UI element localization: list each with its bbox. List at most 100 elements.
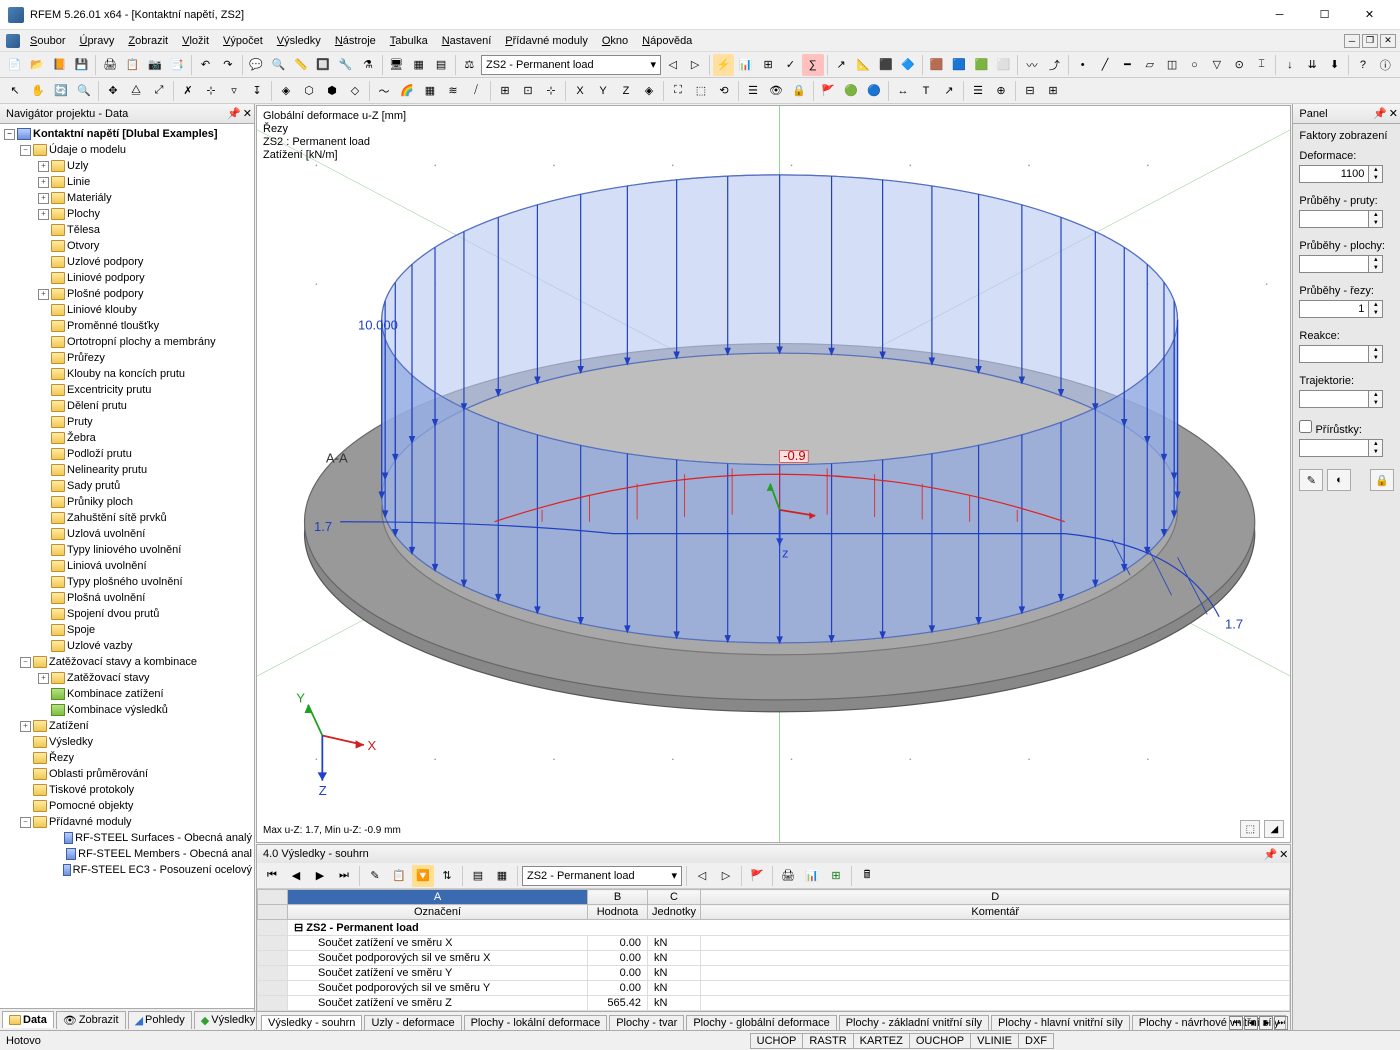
tree-item[interactable]: Typy liniového uvolnění: [2, 542, 252, 558]
steel-icon[interactable]: 🟫: [926, 54, 947, 76]
tool-icon[interactable]: 🔧: [335, 54, 356, 76]
filter-icon[interactable]: ⚗: [357, 54, 378, 76]
module2-icon[interactable]: 📐: [853, 54, 874, 76]
panel-input[interactable]: [1299, 300, 1369, 318]
panel-close-icon[interactable]: ✕: [1389, 107, 1398, 120]
help-icon[interactable]: ?: [1352, 54, 1373, 76]
menu-okno[interactable]: Okno: [596, 33, 634, 49]
show-cs-icon[interactable]: ⊹: [200, 80, 222, 102]
flag-green-icon[interactable]: 🟢: [840, 80, 862, 102]
tree-item[interactable]: Výsledky: [2, 734, 252, 750]
zoom-window-icon[interactable]: ⬚: [690, 80, 712, 102]
tree-item[interactable]: Sady prutů: [2, 478, 252, 494]
menu-úpravy[interactable]: Úpravy: [73, 33, 120, 49]
tree-item[interactable]: Dělení prutu: [2, 398, 252, 414]
section-icon[interactable]: ⌶: [1251, 54, 1272, 76]
show-numbers-icon[interactable]: ✗: [177, 80, 199, 102]
transparent-icon[interactable]: ◇: [344, 80, 366, 102]
status-toggle[interactable]: VLINIE: [970, 1033, 1019, 1049]
redo-icon[interactable]: ↷: [217, 54, 238, 76]
show-support-icon[interactable]: ▿: [223, 80, 245, 102]
tab-first-icon[interactable]: ⏮: [1229, 1016, 1243, 1030]
tree-item[interactable]: Zahuštění sítě prvků: [2, 510, 252, 526]
view-iso-icon[interactable]: ◈: [638, 80, 660, 102]
panel-input[interactable]: [1299, 439, 1369, 457]
open-block-icon[interactable]: 📙: [49, 54, 70, 76]
copy-icon[interactable]: 📑: [166, 54, 187, 76]
rt-sort-icon[interactable]: ⇅: [436, 865, 458, 887]
tab-next-icon[interactable]: ▶: [1259, 1016, 1273, 1030]
rt-view1-icon[interactable]: ▤: [467, 865, 489, 887]
nav-tab-display[interactable]: 👁Zobrazit: [56, 1011, 126, 1029]
mesh-icon[interactable]: ⊞: [757, 54, 778, 76]
opening-icon[interactable]: ○: [1184, 54, 1205, 76]
view-y-icon[interactable]: Y: [592, 80, 614, 102]
panel-input[interactable]: [1299, 345, 1369, 363]
minimize-button[interactable]: ─: [1257, 1, 1302, 29]
table-row[interactable]: Součet podporových sil ve směru X0.00kN: [258, 951, 1290, 966]
flag-blue-icon[interactable]: 🔵: [863, 80, 885, 102]
panel-pin-icon[interactable]: 📌: [1373, 107, 1387, 120]
tree-item[interactable]: Oblasti průměrování: [2, 766, 252, 782]
panel-input[interactable]: [1299, 165, 1369, 183]
zoom-prev-icon[interactable]: ⟲: [713, 80, 735, 102]
surface-icon[interactable]: ▱: [1139, 54, 1160, 76]
rt-calc-icon[interactable]: 🖩: [856, 865, 878, 887]
zoom-all-icon[interactable]: ⛶: [667, 80, 689, 102]
isometric-icon[interactable]: ◈: [275, 80, 297, 102]
pan-icon[interactable]: ✋: [27, 80, 49, 102]
report-icon[interactable]: 📋: [122, 54, 143, 76]
menu-zobrazit[interactable]: Zobrazit: [122, 33, 174, 49]
tree-item[interactable]: +Uzly: [2, 158, 252, 174]
panel-input[interactable]: [1299, 255, 1369, 273]
spinner[interactable]: ▲▼: [1369, 439, 1383, 457]
tab-prev-icon[interactable]: ◀: [1244, 1016, 1258, 1030]
tree-item[interactable]: Kombinace výsledků: [2, 702, 252, 718]
nav-tab-data[interactable]: Data: [2, 1011, 54, 1028]
wireframe-icon[interactable]: ⬡: [298, 80, 320, 102]
rt-edit-icon[interactable]: ✎: [364, 865, 386, 887]
mdi-close[interactable]: ✕: [1380, 34, 1396, 48]
module-icon[interactable]: ↗: [830, 54, 851, 76]
tree-item[interactable]: Liniové klouby: [2, 302, 252, 318]
table-row[interactable]: Součet zatížení ve směru X0.00kN: [258, 936, 1290, 951]
tree-item[interactable]: Uzlové podpory: [2, 254, 252, 270]
tree-item[interactable]: Liniové podpory: [2, 270, 252, 286]
tree-item[interactable]: Proměnné tloušťky: [2, 318, 252, 334]
tree-item[interactable]: Pomocné objekty: [2, 798, 252, 814]
node-icon[interactable]: •: [1072, 54, 1093, 76]
result-tab[interactable]: Plochy - tvar: [609, 1015, 684, 1030]
tree-item[interactable]: Otvory: [2, 238, 252, 254]
results-icon[interactable]: ∑: [802, 54, 823, 76]
lock-icon[interactable]: 🔒: [788, 80, 810, 102]
tree-item[interactable]: Spojení dvou prutů: [2, 606, 252, 622]
calc-icon[interactable]: ⚡: [713, 54, 734, 76]
cursor-icon[interactable]: ↖: [4, 80, 26, 102]
spinner[interactable]: ▲▼: [1369, 165, 1383, 183]
support-icon[interactable]: ▽: [1206, 54, 1227, 76]
hinge-icon[interactable]: ⊙: [1229, 54, 1250, 76]
menu-tabulka[interactable]: Tabulka: [384, 33, 434, 49]
tree-item[interactable]: Typy plošného uvolnění: [2, 574, 252, 590]
rotate-icon[interactable]: 🔄: [50, 80, 72, 102]
display-icon[interactable]: 🖥: [386, 54, 407, 76]
spinner[interactable]: ▲▼: [1369, 390, 1383, 408]
tree-item[interactable]: Plošná uvolnění: [2, 590, 252, 606]
axes-icon[interactable]: ⊹: [540, 80, 562, 102]
rt-prev-icon[interactable]: ◀: [285, 865, 307, 887]
contour-icon[interactable]: 🌈: [396, 80, 418, 102]
rt-lcnext-icon[interactable]: ▷: [715, 865, 737, 887]
menu-nastavení[interactable]: Nastavení: [436, 33, 498, 49]
tree-item[interactable]: −Přídavné moduly: [2, 814, 252, 830]
expand-icon[interactable]: ⊕: [990, 80, 1012, 102]
menu-soubor[interactable]: Soubor: [24, 33, 71, 49]
layer-icon[interactable]: ☰: [742, 80, 764, 102]
mirror-icon[interactable]: ⧋: [125, 80, 147, 102]
table-row[interactable]: Součet zatížení ve směru Z565.42kN: [258, 996, 1290, 1011]
open-icon[interactable]: 📂: [26, 54, 47, 76]
tab-last-icon[interactable]: ⏭: [1274, 1016, 1288, 1030]
table-row[interactable]: Součet podporových sil ve směru Y0.00kN: [258, 981, 1290, 996]
tree-item[interactable]: Nelinearity prutu: [2, 462, 252, 478]
dynamic-icon[interactable]: 〰: [1021, 54, 1042, 76]
increment-checkbox[interactable]: [1299, 420, 1312, 433]
